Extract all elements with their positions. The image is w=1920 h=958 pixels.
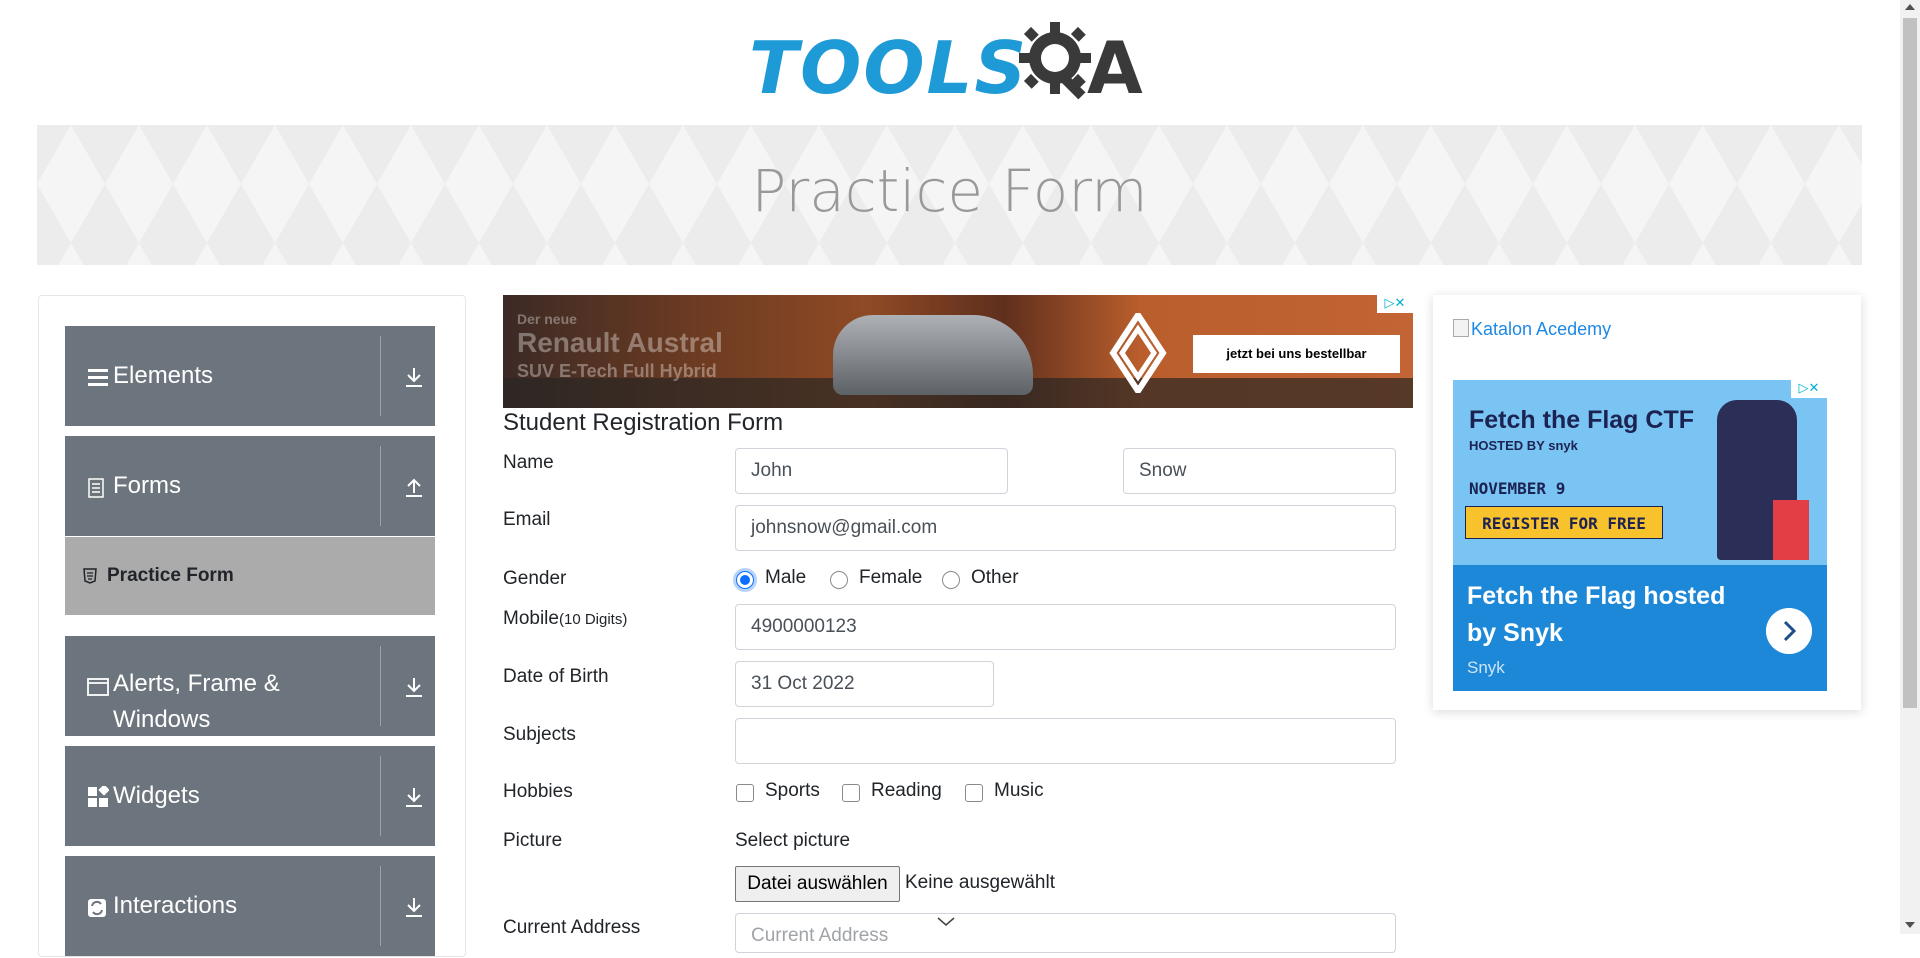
broken-image-icon (1453, 319, 1469, 337)
katalon-academy-link[interactable]: Katalon Acedemy (1453, 319, 1611, 340)
chevron-down-icon[interactable] (936, 916, 956, 928)
radio-label: Female (859, 567, 923, 588)
sidebar-group-label: Interactions (113, 892, 238, 919)
radio-circle[interactable] (830, 571, 848, 589)
ad-brand: Snyk (1467, 658, 1505, 677)
subjects-input[interactable] (735, 718, 1396, 764)
checkbox[interactable] (842, 784, 860, 802)
name-label: Name (503, 452, 554, 473)
ad-flag-image (1773, 500, 1809, 560)
current-address-label: Current Address (503, 917, 641, 938)
sidebar-item-label: Practice Form (107, 565, 234, 586)
sidebar-group-widgets[interactable]: Widgets (65, 746, 435, 846)
checkbox-label: Music (994, 780, 1044, 801)
logo-text-a: A (1087, 26, 1143, 110)
ad-text: Renault Austral (517, 327, 723, 358)
ad-body-text: Fetch the Flag hosted by Snyk (1467, 582, 1726, 647)
katalon-alt-text: Katalon Acedemy (1471, 319, 1612, 339)
list-icon (88, 369, 108, 386)
sidebar-group-interactions[interactable]: Interactions (65, 856, 435, 956)
snyk-ad[interactable]: Fetch the Flag CTF HOSTED BY snyk NOVEMB… (1453, 380, 1827, 691)
checkbox[interactable] (736, 784, 754, 802)
sidebar-item-practice-form[interactable]: Practice Form (65, 537, 435, 615)
mobile-input[interactable]: 4900000123 (735, 604, 1396, 650)
sidebar-group-label: Alerts, Frame & Windows (113, 666, 280, 738)
sidebar-group-alerts-frame-windows[interactable]: Alerts, Frame & Windows (65, 636, 435, 736)
scroll-down-icon[interactable] (1905, 922, 1915, 928)
scrollbar-thumb[interactable] (1903, 18, 1917, 708)
sidebar-group-label: Forms (113, 472, 181, 499)
sidebar-group-label-line1: Alerts, Frame & (113, 670, 280, 697)
sidebar-group-label: Elements (113, 362, 214, 389)
ad-choices-close-icon[interactable]: ▷✕ (1791, 380, 1827, 398)
ad-cta-button[interactable]: jetzt bei uns bestellbar (1193, 335, 1400, 373)
ad-headline: Fetch the Flag CTF (1469, 406, 1694, 434)
mobile-hint: (10 Digits) (558, 611, 628, 628)
select-picture-label: Select picture (735, 830, 851, 851)
renault-logo-icon (1109, 313, 1167, 393)
right-ad-panel: Katalon Acedemy Fetch the Flag CTF HOSTE… (1433, 295, 1861, 710)
picture-label: Picture (503, 830, 563, 851)
document-icon (88, 478, 104, 498)
download-arrow-icon (406, 368, 422, 387)
sidebar-group-elements[interactable]: Elements (65, 326, 435, 426)
widgets-icon (88, 786, 109, 807)
ad-date: NOVEMBER 9 (1469, 479, 1566, 498)
form-title: Student Registration Form (503, 409, 784, 436)
radio-circle-selected[interactable] (736, 571, 754, 589)
checkbox-label: Reading (871, 780, 942, 801)
register-button[interactable]: REGISTER FOR FREE (1465, 506, 1663, 539)
upload-arrow-icon (406, 478, 422, 497)
page-scrollbar[interactable] (1900, 0, 1920, 934)
toolsqa-logo[interactable]: TOOLS A (749, 18, 1153, 114)
checkbox-label: Sports (765, 780, 820, 801)
page-header-banner: Practice Form (37, 125, 1862, 265)
download-arrow-icon (406, 788, 422, 807)
radio-label: Other (971, 567, 1019, 588)
interactions-icon (88, 899, 106, 917)
email-label: Email (503, 509, 551, 530)
divider (380, 446, 381, 526)
left-sidebar: Elements Forms Practice Form Alerts, Fra… (38, 295, 466, 957)
current-address-textarea[interactable]: Current Address (735, 913, 1396, 953)
ad-car-image (833, 315, 1033, 395)
last-name-input[interactable]: Snow (1123, 448, 1396, 494)
sidebar-group-forms[interactable]: Forms (65, 436, 435, 536)
radio-circle[interactable] (942, 571, 960, 589)
file-status-text: Keine ausgewählt (905, 872, 1055, 893)
html5-icon (83, 568, 97, 584)
mobile-label-text: Mobile (503, 608, 559, 629)
hobbies-label: Hobbies (503, 781, 573, 802)
subjects-label: Subjects (503, 724, 576, 745)
download-arrow-icon (406, 678, 422, 697)
first-name-input[interactable]: John (735, 448, 1008, 494)
gender-label: Gender (503, 568, 567, 589)
radio-label: Male (765, 567, 807, 588)
choose-file-button[interactable]: Datei auswählen (735, 866, 900, 902)
divider (380, 336, 381, 416)
logo-text-tools: TOOLS (749, 26, 1029, 110)
sidebar-group-label: Widgets (113, 782, 200, 809)
download-arrow-icon (406, 898, 422, 917)
divider (380, 646, 381, 726)
divider (380, 866, 381, 946)
mobile-label: Mobile(10 Digits) (503, 608, 627, 630)
window-icon (87, 678, 109, 696)
page-title: Practice Form (751, 157, 1148, 225)
ad-hosted-by: HOSTED BY snyk (1469, 438, 1578, 453)
email-input[interactable]: johnsnow@gmail.com (735, 505, 1396, 551)
checkbox[interactable] (965, 784, 983, 802)
sidebar-group-label-line2: Windows (113, 706, 211, 733)
chevron-right-icon[interactable] (1766, 608, 1812, 654)
scroll-up-icon[interactable] (1905, 4, 1915, 10)
dob-label: Date of Birth (503, 666, 609, 687)
divider (380, 756, 381, 836)
ad-text: Der neue (517, 311, 577, 327)
renault-ad-banner[interactable]: Der neue Renault Austral SUV E-Tech Full… (503, 295, 1413, 408)
ad-text: SUV E-Tech Full Hybrid (517, 361, 717, 381)
date-of-birth-input[interactable]: 31 Oct 2022 (735, 661, 994, 707)
ad-choices-close-icon[interactable]: ▷✕ (1377, 295, 1413, 313)
